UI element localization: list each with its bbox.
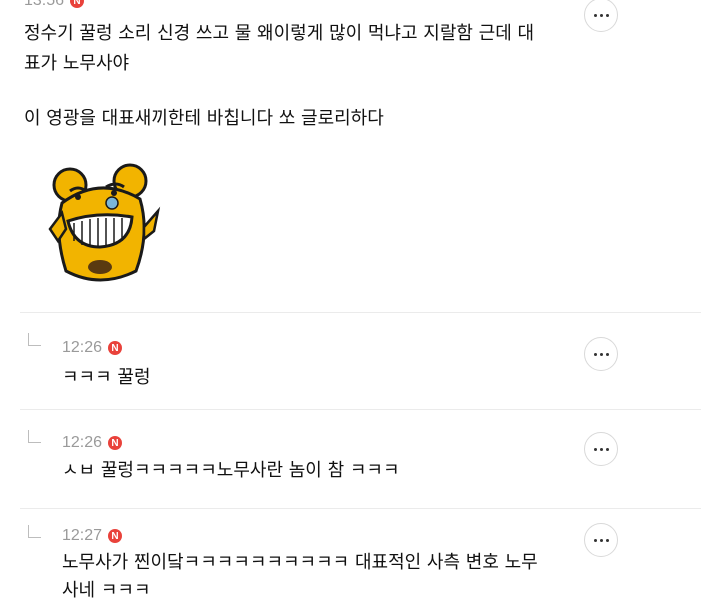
dot-icon — [605, 13, 609, 17]
comment-meta: 13:56 N — [24, 0, 85, 10]
reply-text: ㅅㅂ 꿀렁ㅋㅋㅋㅋㅋ노무사란 놈이 참 ㅋㅋㅋ — [62, 460, 400, 481]
dot-icon — [593, 447, 597, 451]
reply-arrow-icon — [28, 525, 41, 538]
comment-meta: 12:26 N — [62, 434, 123, 452]
new-badge: N — [108, 529, 123, 543]
dot-icon — [605, 447, 609, 451]
new-badge: N — [70, 0, 85, 8]
more-options-button[interactable] — [584, 337, 618, 371]
reply-arrow-icon — [28, 430, 41, 443]
timestamp: 12:26 — [62, 434, 103, 451]
more-options-button[interactable] — [584, 432, 618, 466]
more-options-button[interactable] — [584, 523, 618, 557]
cartoon-bear-sticker-icon — [48, 163, 161, 282]
sticker-image — [40, 163, 170, 288]
timestamp: 13:56 — [24, 0, 65, 9]
reply-comment: 12:26 N ㅅㅂ 꿀렁ㅋㅋㅋㅋㅋ노무사란 놈이 참 ㅋㅋㅋ — [0, 410, 721, 508]
comment-meta: 12:27 N — [62, 527, 123, 545]
reply-text: ㅋㅋㅋ 꿀렁 — [62, 367, 151, 388]
dot-icon — [593, 538, 597, 542]
reply-comment: 12:26 N ㅋㅋㅋ 꿀렁 — [0, 313, 721, 409]
reply-comment: 12:27 N 노무사가 찐이닼ㅋㅋㅋㅋㅋㅋㅋㅋㅋㅋ 대표적인 사측 변호 노무… — [0, 509, 721, 610]
timestamp: 12:26 — [62, 339, 103, 356]
dot-icon — [593, 13, 597, 17]
comment-meta: 12:26 N — [62, 339, 123, 357]
dot-icon — [599, 352, 603, 356]
comment-text-line: 정수기 꿀렁 소리 신경 쓰고 물 왜이렇게 많이 먹냐고 지랄함 근데 대 — [24, 23, 535, 44]
comment-text-line: 표가 노무사야 — [24, 53, 130, 74]
new-badge: N — [108, 436, 123, 450]
comment-text-line: 이 영광을 대표새끼한테 바칩니다 쏘 글로리하다 — [24, 108, 384, 129]
reply-text-line: 사네 ㅋㅋㅋ — [62, 580, 151, 601]
main-comment: 13:56 N 정수기 꿀렁 소리 신경 쓰고 물 왜이렇게 많이 먹냐고 지랄… — [0, 0, 721, 312]
dot-icon — [599, 538, 603, 542]
dot-icon — [605, 538, 609, 542]
dot-icon — [599, 13, 603, 17]
more-options-button[interactable] — [584, 0, 618, 32]
reply-arrow-icon — [28, 333, 41, 346]
timestamp: 12:27 — [62, 527, 103, 544]
dot-icon — [599, 447, 603, 451]
dot-icon — [593, 352, 597, 356]
dot-icon — [605, 352, 609, 356]
reply-text-line: 노무사가 찐이닼ㅋㅋㅋㅋㅋㅋㅋㅋㅋㅋ 대표적인 사측 변호 노무 — [62, 552, 538, 573]
new-badge: N — [108, 341, 123, 355]
